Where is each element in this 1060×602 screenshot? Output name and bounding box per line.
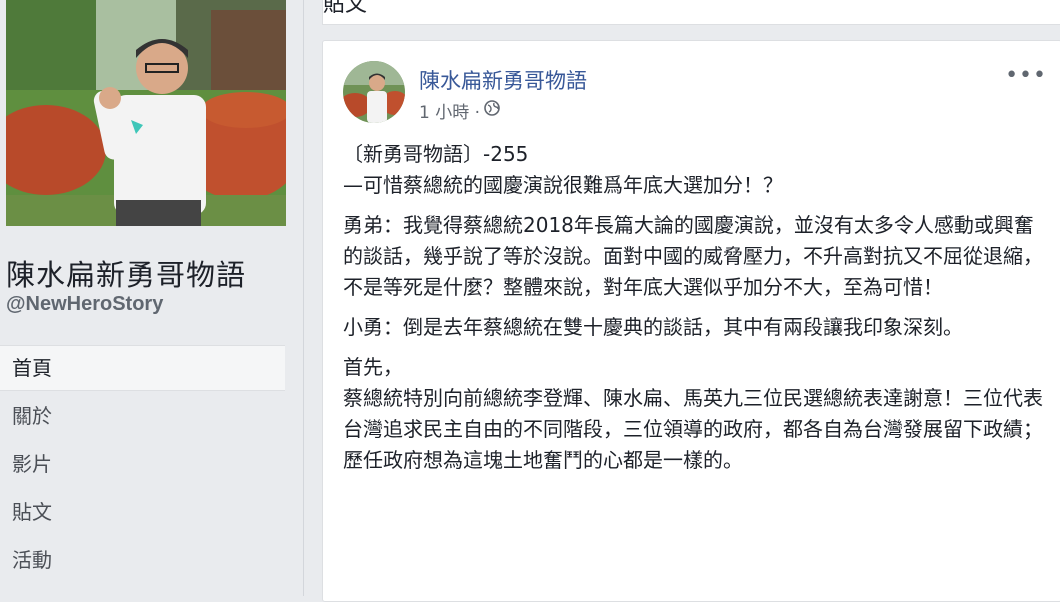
post-meta: 1 小時 · xyxy=(419,98,500,123)
post-author[interactable]: 陳水扁新勇哥物語 xyxy=(419,65,587,95)
post-card: 陳水扁新勇哥物語 1 小時 · ••• 〔新勇哥物語〕-255 —可惜蔡總統的國… xyxy=(322,40,1060,602)
profile-photo[interactable] xyxy=(6,0,286,226)
nav-item-home[interactable]: 首頁 xyxy=(0,345,285,391)
post-paragraph-2: 小勇：倒是去年蔡總統在雙十慶典的談話，其中有兩段讓我印象深刻。 xyxy=(343,315,963,339)
more-options-icon[interactable]: ••• xyxy=(1005,63,1047,88)
nav-item-posts[interactable]: 貼文 xyxy=(0,489,285,537)
post-paragraph-3: 首先， 蔡總統特別向前總統李登輝、陳水扁、馬英九三位民選總統表達謝意！三位代表台… xyxy=(343,352,1049,476)
nav-item-videos[interactable]: 影片 xyxy=(0,441,285,489)
page-name: 陳水扁新勇哥物語 xyxy=(6,258,247,292)
post-time[interactable]: 1 小時 · xyxy=(419,98,480,123)
post-paragraph-3-body: 蔡總統特別向前總統李登輝、陳水扁、馬英九三位民選總統表達謝意！三位代表台灣追求民… xyxy=(343,386,1043,472)
post-paragraph-3-intro: 首先， xyxy=(343,355,403,379)
globe-icon xyxy=(484,100,500,121)
post-title-line2: —可惜蔡總統的國慶演說很難爲年底大選加分！？ xyxy=(343,173,783,197)
page-sidebar: 陳水扁新勇哥物語 @NewHeroStory 首頁 關於 影片 貼文 活動 xyxy=(0,0,303,596)
post-body: 〔新勇哥物語〕-255 —可惜蔡總統的國慶演說很難爲年底大選加分！？ 勇弟：我覺… xyxy=(343,139,1049,485)
post-title-line1: 〔新勇哥物語〕-255 xyxy=(343,142,529,166)
posts-section-header: 貼文 xyxy=(322,0,1060,25)
page-nav: 首頁 關於 影片 貼文 活動 xyxy=(0,345,285,585)
post-paragraph-1: 勇弟：我覺得蔡總統2018年長篇大論的國慶演說，並沒有太多令人感動或興奮的談話，… xyxy=(343,213,1043,299)
nav-item-about[interactable]: 關於 xyxy=(0,393,285,441)
posts-header-label: 貼文 xyxy=(323,0,368,17)
post-avatar[interactable] xyxy=(343,61,405,123)
divider xyxy=(303,0,304,596)
page-handle[interactable]: @NewHeroStory xyxy=(6,293,163,316)
nav-item-events[interactable]: 活動 xyxy=(0,537,285,585)
post-title: 〔新勇哥物語〕-255 —可惜蔡總統的國慶演說很難爲年底大選加分！？ xyxy=(343,139,1049,201)
